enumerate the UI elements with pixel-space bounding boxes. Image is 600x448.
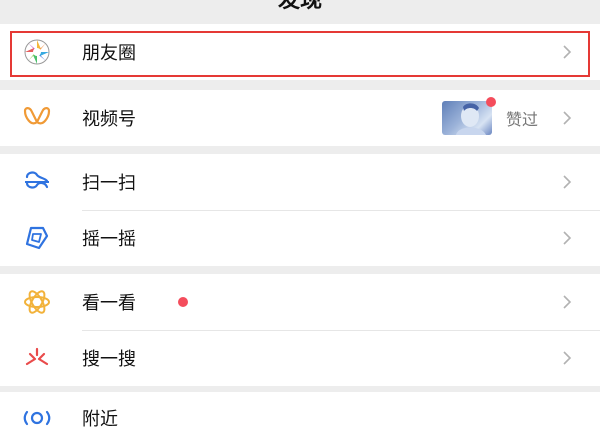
liked-text: 赞过 bbox=[505, 110, 538, 129]
chevron-right-icon bbox=[558, 109, 576, 127]
menu-item-moments[interactable]: 朋友圈 bbox=[0, 24, 600, 80]
shake-icon bbox=[20, 221, 54, 255]
channels-icon bbox=[20, 101, 54, 135]
menu-item-label: 朋友圈 bbox=[82, 43, 136, 64]
menu-item-nearby[interactable]: 附近 bbox=[0, 392, 600, 448]
group-scan-shake: 扫一扫 摇一摇 bbox=[0, 154, 600, 266]
red-dot-badge bbox=[178, 297, 188, 307]
chevron-right-icon bbox=[558, 229, 576, 247]
chevron-right-icon bbox=[558, 173, 576, 191]
menu-item-label: 看一看 bbox=[82, 293, 136, 314]
menu-item-label: 搜一搜 bbox=[82, 349, 136, 370]
chevron-right-icon bbox=[558, 43, 576, 61]
nearby-icon bbox=[20, 401, 54, 435]
channels-thumbnail[interactable] bbox=[442, 97, 496, 135]
chevron-right-icon bbox=[558, 349, 576, 367]
menu-item-search[interactable]: 搜一搜 bbox=[0, 330, 600, 386]
chevron-right-icon bbox=[558, 293, 576, 311]
menu-item-shake[interactable]: 摇一摇 bbox=[0, 210, 600, 266]
page-title: 发现 bbox=[277, 0, 322, 13]
menu-item-label: 扫一扫 bbox=[82, 173, 136, 194]
menu-item-label: 附近 bbox=[82, 409, 118, 430]
group-channels: 视频号 赞过 bbox=[0, 90, 600, 146]
moments-icon bbox=[20, 35, 54, 69]
group-moments: 朋友圈 bbox=[0, 24, 600, 80]
menu-item-channels[interactable]: 视频号 赞过 bbox=[0, 90, 600, 146]
menu-item-label: 视频号 bbox=[82, 109, 136, 130]
group-stories-search: 看一看 搜一搜 bbox=[0, 274, 600, 386]
menu-item-label: 摇一摇 bbox=[82, 229, 136, 250]
menu-item-scan[interactable]: 扫一扫 bbox=[0, 154, 600, 210]
search-icon bbox=[20, 341, 54, 375]
group-nearby: 附近 bbox=[0, 392, 600, 448]
top-stories-icon bbox=[20, 285, 54, 319]
thumbnail-badge-dot bbox=[486, 97, 496, 107]
scan-icon bbox=[20, 165, 54, 199]
menu-item-top-stories[interactable]: 看一看 bbox=[0, 274, 600, 330]
